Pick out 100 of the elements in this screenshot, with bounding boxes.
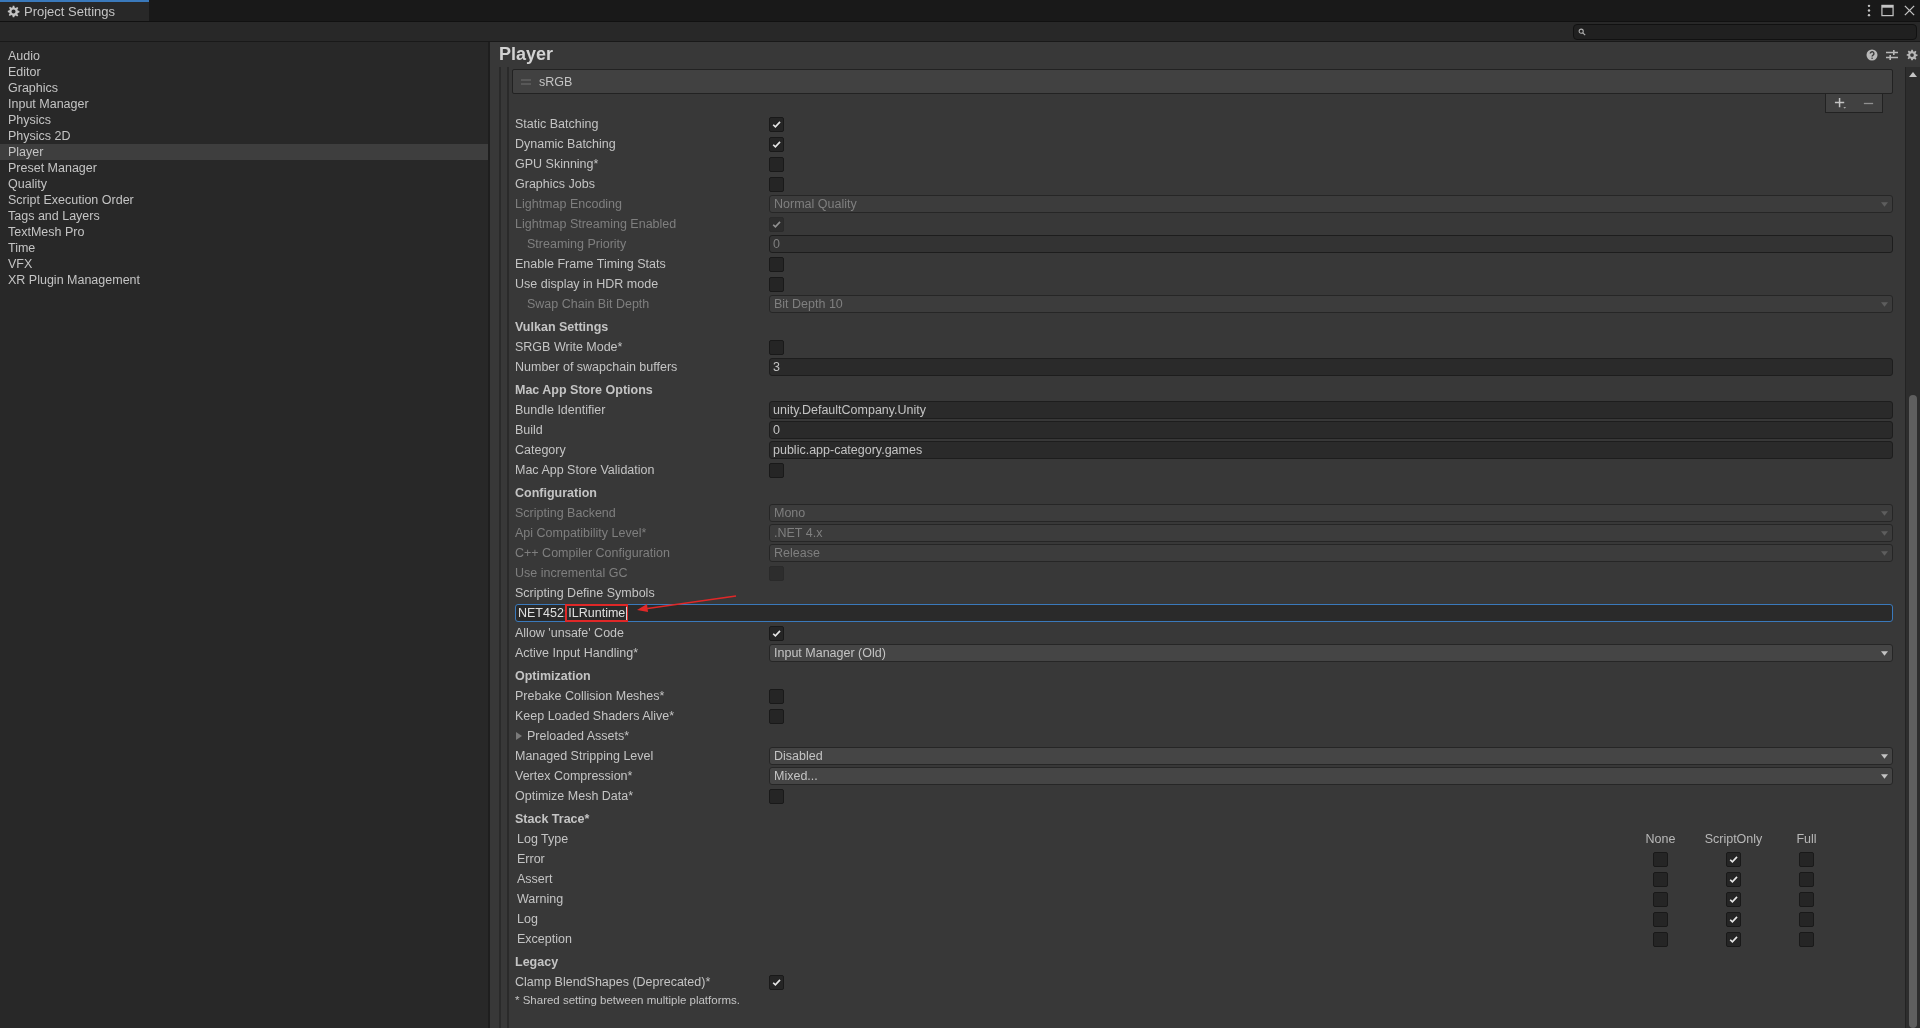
input-field[interactable]: NET452;ILRuntime <box>515 604 1893 622</box>
input-field[interactable]: 3 <box>769 358 1893 376</box>
column-header: Log Type <box>517 832 570 846</box>
sidebar-item[interactable]: XR Plugin Management <box>0 272 488 288</box>
checkbox[interactable] <box>1799 931 1814 947</box>
help-icon[interactable] <box>1866 48 1878 61</box>
dropdown[interactable]: Disabled <box>769 747 1893 765</box>
setting-label: Swap Chain Bit Depth <box>526 297 651 311</box>
checkbox[interactable] <box>769 788 784 804</box>
sidebar-item[interactable]: Tags and Layers <box>0 208 488 224</box>
checkbox[interactable] <box>1726 851 1741 867</box>
scrollbar-thumb[interactable] <box>1909 395 1917 1028</box>
setting-label: SRGB Write Mode* <box>515 340 624 354</box>
checkbox[interactable] <box>769 256 784 272</box>
checkbox[interactable] <box>769 156 784 172</box>
add-icon[interactable] <box>1833 96 1847 110</box>
checkbox[interactable] <box>769 136 784 152</box>
list-item[interactable]: sRGB <box>512 69 1893 94</box>
sidebar-item[interactable]: Quality <box>0 176 488 192</box>
section-header: Vulkan Settings <box>514 319 610 336</box>
close-icon[interactable] <box>1903 4 1916 17</box>
checkbox[interactable] <box>769 176 784 192</box>
caret-icon <box>1881 650 1888 656</box>
sidebar-item[interactable]: Editor <box>0 64 488 80</box>
checkbox[interactable] <box>769 116 784 132</box>
check-icon <box>771 627 782 639</box>
sidebar-item[interactable]: Player <box>0 144 488 160</box>
checkbox[interactable] <box>1799 851 1814 867</box>
scrollbar[interactable] <box>1905 67 1920 1028</box>
window-tab[interactable]: Project Settings <box>0 0 150 21</box>
setting-label: Vertex Compression* <box>515 769 634 783</box>
foldout[interactable]: Preloaded Assets* <box>515 729 769 743</box>
checkbox[interactable] <box>1653 891 1668 907</box>
sidebar-item[interactable]: TextMesh Pro <box>0 224 488 240</box>
log-type-label: Exception <box>517 932 573 946</box>
input-field[interactable]: public.app-category.games <box>769 441 1893 459</box>
check-icon <box>1728 913 1739 925</box>
check-icon <box>771 976 782 988</box>
sidebar-item[interactable]: VFX <box>0 256 488 272</box>
sidebar-item[interactable]: Script Execution Order <box>0 192 488 208</box>
check-icon <box>771 118 782 130</box>
checkbox[interactable] <box>1653 931 1668 947</box>
checkbox[interactable] <box>1799 911 1814 927</box>
setting-label: Bundle Identifier <box>515 403 607 417</box>
log-type-label: Warning <box>517 892 565 906</box>
maximize-icon[interactable] <box>1881 4 1894 17</box>
setting-label: Allow 'unsafe' Code <box>515 626 625 640</box>
dropdown[interactable]: Input Manager (Old) <box>769 644 1893 662</box>
checkbox[interactable] <box>1653 911 1668 927</box>
setting-label: Use display in HDR mode <box>515 277 660 291</box>
checkbox[interactable] <box>769 708 784 724</box>
settings-icon <box>7 5 20 18</box>
checkbox[interactable] <box>1726 891 1741 907</box>
more-icon[interactable] <box>1866 4 1872 17</box>
caret-icon <box>1881 550 1888 556</box>
check-icon <box>1728 893 1739 905</box>
caret-icon <box>1881 753 1888 759</box>
check-icon <box>1728 853 1739 865</box>
sidebar-item[interactable]: Physics <box>0 112 488 128</box>
checkbox[interactable] <box>1726 931 1741 947</box>
checkbox[interactable] <box>769 462 784 478</box>
checkbox[interactable] <box>769 276 784 292</box>
checkbox[interactable] <box>769 688 784 704</box>
search-field[interactable] <box>1573 23 1917 40</box>
sidebar-item[interactable]: Audio <box>0 48 488 64</box>
check-icon <box>771 138 782 150</box>
checkbox[interactable] <box>769 339 784 355</box>
setting-label: Lightmap Streaming Enabled <box>515 217 678 231</box>
sidebar-item[interactable]: Graphics <box>0 80 488 96</box>
setting-label: Prebake Collision Meshes* <box>515 689 666 703</box>
dropdown[interactable]: Mixed... <box>769 767 1893 785</box>
setting-label: Streaming Priority <box>526 237 628 251</box>
checkbox[interactable] <box>1799 891 1814 907</box>
settings-icon[interactable] <box>1906 48 1918 61</box>
setting-label: Build <box>515 423 544 437</box>
checkbox[interactable] <box>1653 851 1668 867</box>
sidebar-item[interactable]: Input Manager <box>0 96 488 112</box>
list-item-label: sRGB <box>539 74 573 89</box>
checkbox[interactable] <box>1799 871 1814 887</box>
checkbox[interactable] <box>769 625 784 641</box>
setting-label: Dynamic Batching <box>515 137 617 151</box>
sliders-icon[interactable] <box>1886 48 1898 61</box>
sidebar-item[interactable]: Preset Manager <box>0 160 488 176</box>
scroll-up-icon[interactable] <box>1909 72 1917 77</box>
checkbox[interactable] <box>1726 911 1741 927</box>
log-type-label: Assert <box>517 872 554 886</box>
setting-label: Keep Loaded Shaders Alive* <box>515 709 676 723</box>
setting-label: GPU Skinning* <box>515 157 600 171</box>
column-header: ScriptOnly <box>1703 832 1764 846</box>
sidebar-item[interactable]: Time <box>0 240 488 256</box>
checkbox[interactable] <box>1726 871 1741 887</box>
section-header: Optimization <box>514 668 592 685</box>
checkbox[interactable] <box>1653 871 1668 887</box>
checkbox[interactable] <box>769 974 784 990</box>
setting-label: Clamp BlendShapes (Deprecated)* <box>515 975 712 989</box>
sidebar-item[interactable]: Physics 2D <box>0 128 488 144</box>
caret-icon <box>1881 510 1888 516</box>
input-field[interactable]: unity.DefaultCompany.Unity <box>769 401 1893 419</box>
check-icon <box>1728 933 1739 945</box>
input-field[interactable]: 0 <box>769 421 1893 439</box>
